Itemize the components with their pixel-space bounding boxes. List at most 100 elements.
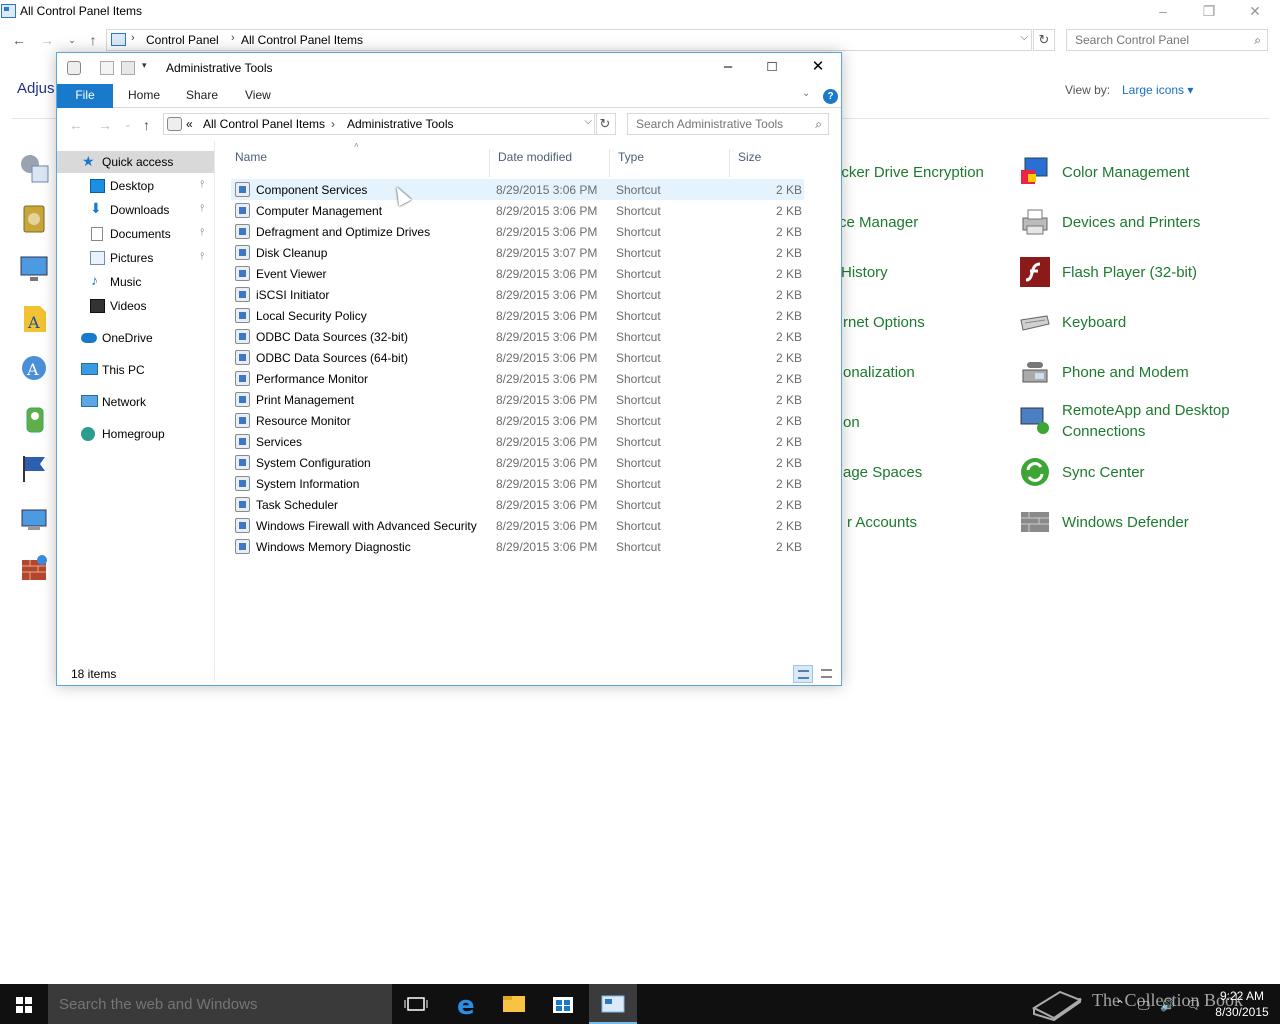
volume-icon[interactable]: 🔊 <box>1160 998 1175 1012</box>
minimize-button[interactable]: – <box>705 53 751 83</box>
table-row[interactable]: Local Security Policy 8/29/2015 3:06 PM Sh… <box>231 305 804 326</box>
clock[interactable]: 9:22 AM 8/30/2015 <box>1212 988 1272 1020</box>
breadcrumb-separator-icon[interactable]: › <box>331 117 335 131</box>
breadcrumb-administrative-tools[interactable]: Administrative Tools <box>347 117 454 131</box>
table-row[interactable]: Defragment and Optimize Drives 8/29/2015 … <box>231 221 804 242</box>
column-header-size[interactable]: Size <box>730 149 807 177</box>
taskbar-search[interactable] <box>48 984 392 1024</box>
up-arrow-icon[interactable]: ↑ <box>83 30 103 50</box>
cp-item-windows-defender[interactable]: Windows Defender <box>1019 506 1259 546</box>
table-row[interactable]: Task Scheduler 8/29/2015 3:06 PM Shortcut 2… <box>231 494 804 515</box>
explorer-titlebar[interactable]: ▾ Administrative Tools – □ ✕ <box>57 53 841 83</box>
search-input[interactable] <box>1067 30 1237 50</box>
nav-onedrive[interactable]: OneDrive <box>57 327 214 349</box>
column-header-type[interactable]: Type <box>610 149 730 177</box>
help-icon[interactable]: ? <box>823 89 838 104</box>
security-maintenance-icon[interactable] <box>18 452 52 486</box>
recent-locations-chevron-icon[interactable]: ⌄ <box>62 30 82 50</box>
store-button[interactable] <box>539 984 587 1024</box>
chevron-down-icon[interactable]: ⌵ <box>584 116 592 127</box>
show-hidden-icons-chevron-icon[interactable]: ⌃ <box>1115 998 1125 1012</box>
minimize-button[interactable]: – <box>1140 0 1186 24</box>
refresh-icon[interactable]: ↻ <box>1033 29 1055 51</box>
view-by-dropdown[interactable]: Large icons ▾ <box>1122 83 1193 97</box>
administrative-tools-icon[interactable] <box>18 152 52 186</box>
chevron-down-icon[interactable]: ⌵ <box>1020 32 1028 43</box>
backup-icon[interactable] <box>18 202 52 236</box>
start-button[interactable] <box>0 984 48 1024</box>
task-view-button[interactable] <box>392 984 440 1024</box>
up-arrow-icon[interactable]: ↑ <box>143 117 150 133</box>
language-icon[interactable]: A <box>18 352 52 386</box>
table-row[interactable]: Windows Memory Diagnostic 8/29/2015 3:06 … <box>231 536 804 557</box>
edge-button[interactable]: e <box>442 984 490 1024</box>
restore-button[interactable]: ❐ <box>1186 0 1232 24</box>
cp-item-flash-player[interactable]: Flash Player (32-bit) <box>1019 256 1259 296</box>
pin-icon[interactable]: ⫯ <box>200 251 204 262</box>
forward-arrow-icon[interactable]: → <box>98 117 112 133</box>
table-row[interactable]: Disk Cleanup 8/29/2015 3:07 PM Shortcut 2 K… <box>231 242 804 263</box>
action-center-icon[interactable]: 🗨 <box>1186 998 1201 1012</box>
expand-ribbon-chevron-icon[interactable]: ⌄ <box>802 88 810 99</box>
network-tray-icon[interactable]: 🖵 <box>1138 998 1150 1013</box>
address-bar[interactable]: › Control Panel › All Control Panel Item… <box>106 29 1032 51</box>
display-icon[interactable] <box>18 252 52 286</box>
nav-documents[interactable]: Documents ⫯ <box>57 223 214 245</box>
cp-item-remoteapp[interactable]: RemoteApp and Desktop Connections <box>1019 398 1269 448</box>
taskbar-search-input[interactable] <box>59 994 379 1014</box>
breadcrumb-control-panel[interactable]: Control Panel <box>146 33 219 47</box>
file-explorer-button[interactable] <box>490 984 538 1024</box>
table-row[interactable]: Performance Monitor 8/29/2015 3:06 PM Shor… <box>231 368 804 389</box>
table-row[interactable]: ODBC Data Sources (64-bit) 8/29/2015 3:06… <box>231 347 804 368</box>
customize-quick-access-chevron-icon[interactable]: ▾ <box>142 60 152 74</box>
checkmark-icon[interactable] <box>100 61 114 75</box>
pane-divider[interactable] <box>214 141 215 681</box>
address-bar[interactable]: « All Control Panel Items › Administrati… <box>163 113 597 135</box>
maximize-button[interactable]: □ <box>749 53 795 83</box>
large-icons-view-button[interactable] <box>817 665 837 683</box>
tab-file[interactable]: File <box>57 84 113 108</box>
table-row[interactable]: Services 8/29/2015 3:06 PM Shortcut 2 KB <box>231 431 804 452</box>
nav-homegroup[interactable]: Homegroup <box>57 423 214 445</box>
breadcrumb-separator-icon[interactable]: › <box>231 32 235 44</box>
table-row[interactable]: iSCSI Initiator 8/29/2015 3:06 PM Shortcut… <box>231 284 804 305</box>
cp-item-keyboard[interactable]: Keyboard <box>1019 306 1259 346</box>
column-header-name[interactable]: Name <box>227 149 490 177</box>
search-icon[interactable]: ⌕ <box>1254 33 1261 48</box>
nav-desktop[interactable]: Desktop ⫯ <box>57 175 214 197</box>
system-icon[interactable] <box>18 502 52 536</box>
nav-pictures[interactable]: Pictures ⫯ <box>57 247 214 269</box>
table-row[interactable]: Computer Management 8/29/2015 3:06 PM Shor… <box>231 200 804 221</box>
breadcrumb-overflow-icon[interactable]: « <box>186 117 193 131</box>
table-row[interactable]: System Configuration 8/29/2015 3:06 PM Sho… <box>231 452 804 473</box>
pin-icon[interactable]: ⫯ <box>200 203 204 214</box>
close-button[interactable]: ✕ <box>1232 0 1278 24</box>
table-row[interactable]: Windows Firewall with Advanced Security 8… <box>231 515 804 536</box>
nav-this-pc[interactable]: This PC <box>57 359 214 381</box>
nav-videos[interactable]: Videos <box>57 295 214 317</box>
nav-music[interactable]: ♪ Music <box>57 271 214 293</box>
forward-arrow-icon[interactable]: → <box>37 30 57 50</box>
nav-network[interactable]: Network <box>57 391 214 413</box>
power-options-icon[interactable] <box>18 402 52 436</box>
tab-view[interactable]: View <box>245 84 271 108</box>
pin-icon[interactable]: ⫯ <box>200 179 204 190</box>
back-arrow-icon[interactable]: ← <box>69 117 83 133</box>
cp-item-color-management[interactable]: Color Management <box>1019 156 1259 196</box>
table-row[interactable]: Component Services 8/29/2015 3:06 PM Short… <box>231 179 804 200</box>
column-header-date-modified[interactable]: Date modified <box>490 149 610 177</box>
refresh-icon[interactable]: ↻ <box>594 113 616 135</box>
table-row[interactable]: ODBC Data Sources (32-bit) 8/29/2015 3:06… <box>231 326 804 347</box>
table-row[interactable]: Print Management 8/29/2015 3:06 PM Shortcu… <box>231 389 804 410</box>
recent-locations-chevron-icon[interactable]: ⌄ <box>124 119 132 130</box>
tab-home[interactable]: Home <box>128 84 160 108</box>
tab-share[interactable]: Share <box>186 84 218 108</box>
breadcrumb-all-items[interactable]: All Control Panel Items <box>241 33 363 47</box>
pin-icon[interactable]: ⫯ <box>200 227 204 238</box>
properties-icon[interactable] <box>67 61 81 75</box>
cp-item-phone-modem[interactable]: Phone and Modem <box>1019 356 1259 396</box>
search-input[interactable] <box>628 114 798 134</box>
new-folder-icon[interactable] <box>121 61 135 75</box>
close-button[interactable]: ✕ <box>795 53 841 83</box>
table-row[interactable]: Resource Monitor 8/29/2015 3:06 PM Shortcu… <box>231 410 804 431</box>
